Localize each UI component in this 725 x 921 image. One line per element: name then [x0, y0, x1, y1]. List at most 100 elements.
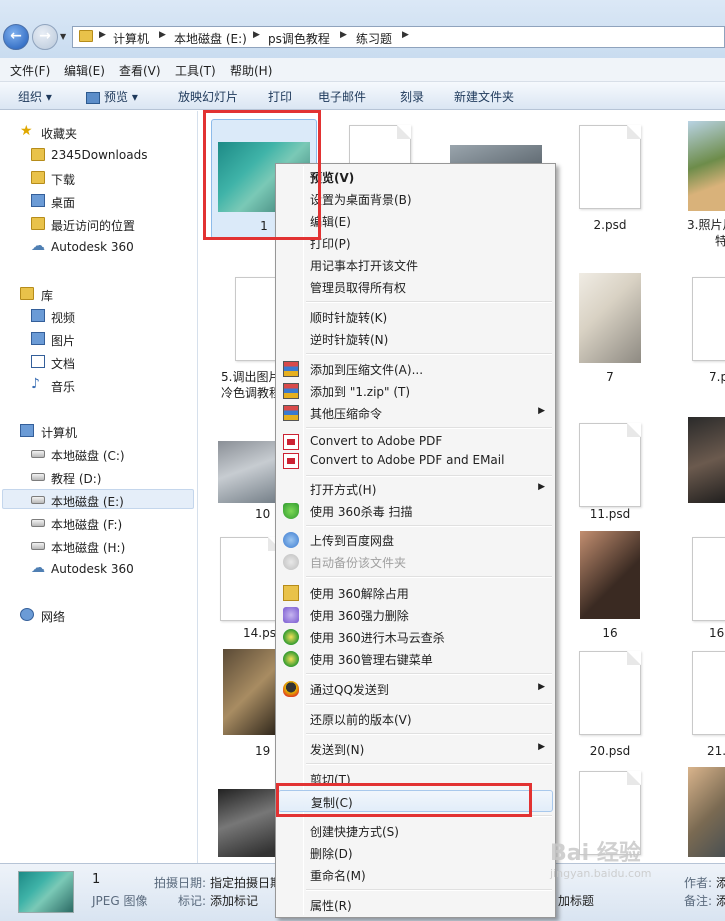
breadcrumb-drive-e[interactable]: 本地磁盘 (E:): [174, 30, 247, 47]
back-button[interactable]: ←: [3, 24, 29, 50]
tags-value[interactable]: 添加标记: [210, 892, 258, 909]
menu-item-qq-send[interactable]: 通过QQ发送到 ▶: [278, 678, 553, 700]
menu-item-delete[interactable]: 删除(D): [278, 842, 553, 864]
nav-drive-c[interactable]: 本地磁盘 (C:): [0, 444, 196, 464]
file-item-16-psd[interactable]: 16.: [673, 535, 725, 655]
menu-item-restore-previous[interactable]: 还原以前的版本(V): [278, 708, 553, 730]
slideshow-button[interactable]: 放映幻灯片: [178, 88, 238, 105]
author-value[interactable]: 添: [716, 874, 725, 891]
file-item[interactable]: [673, 767, 725, 863]
menu-item-label: 发送到(N): [310, 743, 365, 757]
menu-item-add-to-zip[interactable]: 添加到 "1.zip" (T): [278, 380, 553, 402]
file-item-21[interactable]: 21.: [673, 649, 725, 769]
email-button[interactable]: 电子邮件: [318, 88, 366, 105]
burn-button[interactable]: 刻录: [400, 88, 424, 105]
chevron-right-icon[interactable]: ▶: [253, 30, 260, 40]
baidu-backup-icon: [283, 554, 299, 570]
nav-desktop[interactable]: 桌面: [0, 191, 196, 211]
breadcrumb-computer[interactable]: 计算机: [113, 30, 149, 47]
notes-value[interactable]: 添: [716, 892, 725, 909]
chevron-right-icon[interactable]: ▶: [99, 30, 106, 40]
menu-item-360-trojan-scan[interactable]: 使用 360进行木马云查杀: [278, 626, 553, 648]
menu-item-360-unlock[interactable]: 使用 360解除占用: [278, 582, 553, 604]
menu-item-label: 创建快捷方式(S): [310, 825, 399, 839]
nav-network[interactable]: 网络: [0, 605, 196, 625]
file-item[interactable]: [673, 417, 725, 537]
menu-item-create-shortcut[interactable]: 创建快捷方式(S): [278, 820, 553, 842]
nav-drive-e[interactable]: 本地磁盘 (E:): [2, 489, 194, 509]
menu-item-add-to-archive[interactable]: 添加到压缩文件(A)...: [278, 358, 553, 380]
file-item-7-psd[interactable]: 7.p: [673, 271, 725, 391]
nav-downloads[interactable]: 下载: [0, 168, 196, 188]
file-name: 2.psd: [593, 218, 627, 232]
desktop-icon: [31, 194, 45, 207]
nav-autodesk-360-drive[interactable]: ☁ Autodesk 360: [0, 559, 196, 579]
nav-drive-h[interactable]: 本地磁盘 (H:): [0, 536, 196, 556]
menu-item-baidu-upload[interactable]: 上传到百度网盘: [278, 529, 553, 551]
menu-help[interactable]: 帮助(H): [230, 62, 272, 79]
navigation-pane: ★ 收藏夹 2345Downloads 下载 桌面 最近访问的位置 ☁ Autode…: [0, 111, 198, 863]
menu-item-convert-pdf-email[interactable]: Convert to Adobe PDF and EMail: [278, 450, 553, 472]
menu-item-send-to[interactable]: 发送到(N) ▶: [278, 738, 553, 760]
menu-item-360-force-delete[interactable]: 使用 360强力删除: [278, 604, 553, 626]
menu-item-rotate-clockwise[interactable]: 顺时针旋转(K): [278, 306, 553, 328]
file-item-7[interactable]: 7: [557, 271, 663, 391]
file-item-16[interactable]: 16: [557, 529, 663, 649]
nav-videos[interactable]: 视频: [0, 306, 196, 326]
forward-button[interactable]: →: [32, 24, 58, 50]
nav-drive-f[interactable]: 本地磁盘 (F:): [0, 513, 196, 533]
menu-item-rename[interactable]: 重命名(M): [278, 864, 553, 886]
nav-drive-d[interactable]: 教程 (D:): [0, 467, 196, 487]
menu-file[interactable]: 文件(F): [10, 62, 50, 79]
recent-pages-dropdown-icon[interactable]: ▼: [60, 32, 66, 41]
preview-button[interactable]: 预览 ▾: [86, 88, 138, 105]
file-item-20-psd[interactable]: 20.psd: [557, 649, 663, 769]
print-button[interactable]: 打印: [268, 88, 292, 105]
nav-favorites[interactable]: ★ 收藏夹: [0, 122, 196, 142]
menu-item-label: 其他压缩命令: [310, 407, 383, 421]
title-value[interactable]: 加标题: [558, 892, 594, 909]
file-item-11-psd[interactable]: 11.psd: [557, 417, 663, 537]
drive-icon: [31, 473, 45, 481]
command-bar: 组织 ▾ 预览 ▾ 放映幻灯片 打印 电子邮件 刻录 新建文件夹: [0, 82, 725, 110]
breadcrumb[interactable]: ▶ 计算机 ▶ 本地磁盘 (E:) ▶ ps调色教程 ▶ 练习题 ▶: [72, 26, 725, 48]
menu-edit[interactable]: 编辑(E): [64, 62, 105, 79]
organize-button[interactable]: 组织 ▾: [18, 88, 52, 105]
chevron-right-icon[interactable]: ▶: [159, 30, 166, 40]
nav-libraries[interactable]: 库: [0, 284, 196, 304]
nav-computer[interactable]: 计算机: [0, 421, 196, 441]
menu-tools[interactable]: 工具(T): [175, 62, 216, 79]
menu-view[interactable]: 查看(V): [119, 62, 161, 79]
author-label: 作者:: [684, 876, 713, 890]
breadcrumb-exercises[interactable]: 练习题: [356, 30, 392, 47]
date-taken-value[interactable]: 指定拍摄日期: [210, 874, 282, 891]
breadcrumb-ps-tutorial[interactable]: ps调色教程: [268, 30, 330, 47]
star-icon: ★: [20, 123, 33, 139]
menu-item-take-ownership[interactable]: 管理员取得所有权: [278, 276, 553, 298]
new-folder-button[interactable]: 新建文件夹: [454, 88, 514, 105]
menu-item-open-notepad[interactable]: 用记事本打开该文件: [278, 254, 553, 276]
chevron-right-icon[interactable]: ▶: [340, 30, 347, 40]
menu-item-rotate-counterclockwise[interactable]: 逆时针旋转(N): [278, 328, 553, 350]
nav-recent-places[interactable]: 最近访问的位置: [0, 214, 196, 234]
menu-item-other-compress[interactable]: 其他压缩命令 ▶: [278, 402, 553, 424]
cloud-icon: ☁: [31, 238, 45, 254]
nav-music[interactable]: ♪ 音乐: [0, 375, 196, 395]
nav-label: 图片: [51, 334, 76, 348]
image-thumbnail: [223, 649, 279, 735]
nav-2345downloads[interactable]: 2345Downloads: [0, 145, 196, 165]
menu-item-360-scan[interactable]: 使用 360杀毒 扫描: [278, 500, 553, 522]
menu-item-360-manage-menu[interactable]: 使用 360管理右键菜单: [278, 648, 553, 670]
menu-item-properties[interactable]: 属性(R): [278, 894, 553, 916]
winrar-icon: [283, 405, 299, 421]
file-item-2-psd[interactable]: 2.psd: [557, 119, 663, 239]
menu-item-label: 使用 360管理右键菜单: [310, 653, 433, 667]
nav-autodesk-360[interactable]: ☁ Autodesk 360: [0, 237, 196, 257]
menu-separator: [306, 703, 552, 705]
chevron-right-icon[interactable]: ▶: [402, 30, 409, 40]
nav-documents[interactable]: 文档: [0, 352, 196, 372]
nav-pictures[interactable]: 图片: [0, 329, 196, 349]
file-item-3[interactable]: 3.照片片 特: [673, 119, 725, 248]
menu-item-open-with[interactable]: 打开方式(H) ▶: [278, 478, 553, 500]
tags-label: 标记:: [178, 894, 207, 908]
